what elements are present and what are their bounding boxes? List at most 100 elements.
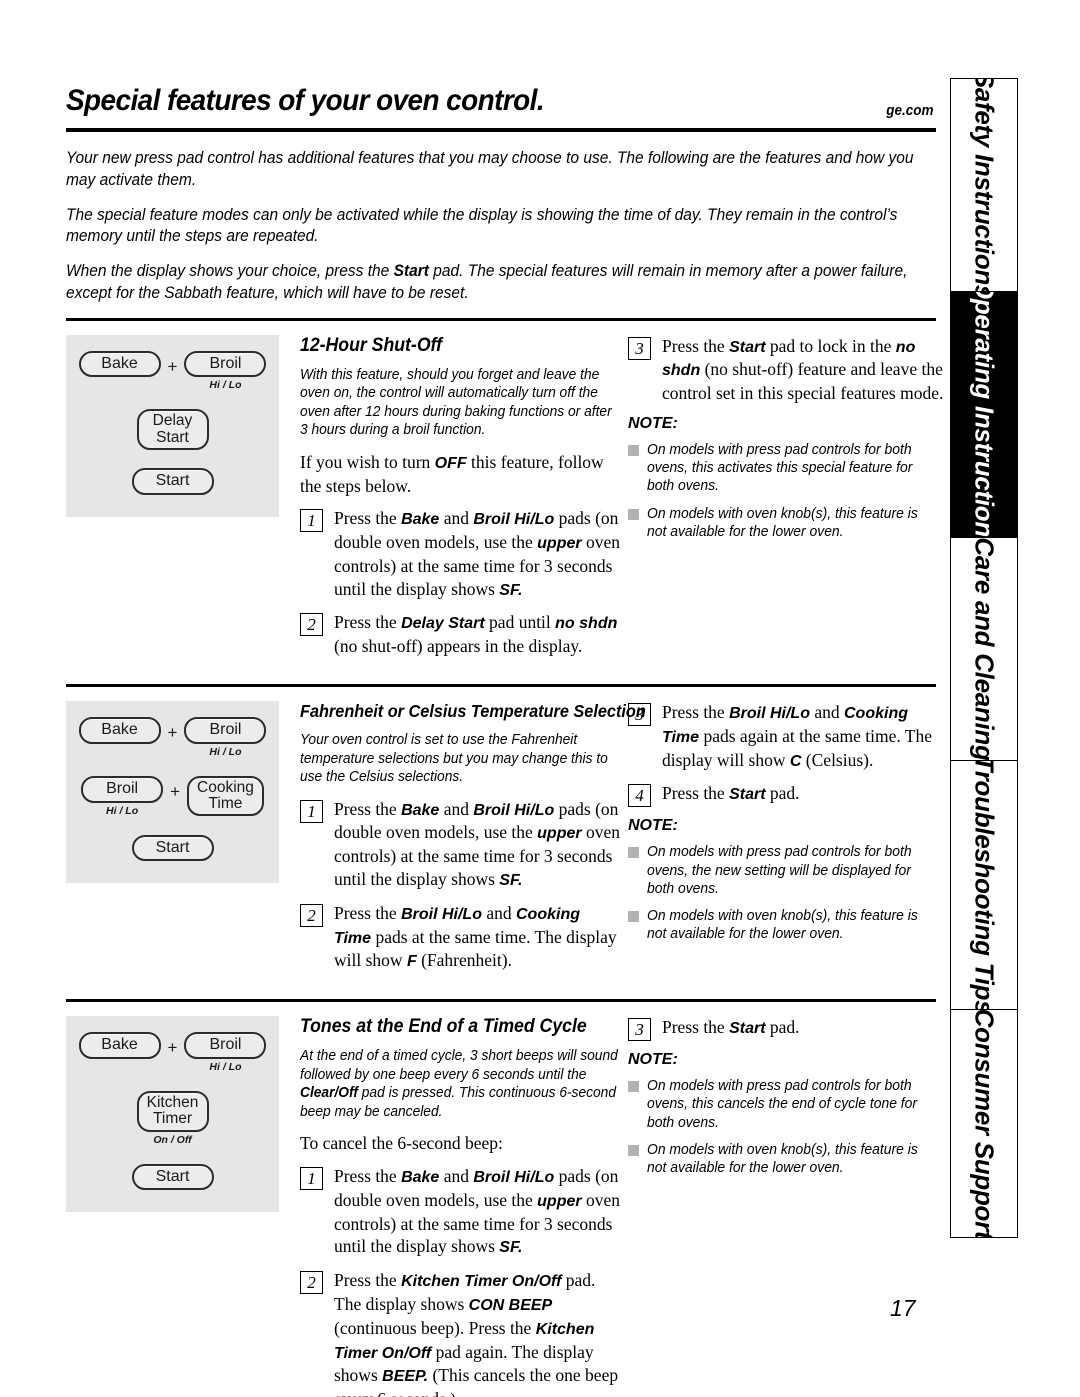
step-text: Press the Delay Start pad until no shdn … [334, 612, 618, 657]
emphasized-term: Broil Hi/Lo [473, 801, 555, 819]
pad-wrapper: Bake [78, 717, 161, 744]
pad-wrapper: Broil Hi / Lo [184, 717, 267, 758]
step-text: Press the Bake and Broil Hi/Lo pads (on … [334, 798, 621, 889]
chapter-tab-label: Safety Instructions [969, 78, 1000, 291]
section-lead-paragraph: To cancel the 6-second beep: [300, 1133, 503, 1154]
note-label: NOTE: [628, 817, 678, 835]
numbered-step: 2 Press the Broil Hi/Lo and Cooking Time … [300, 902, 620, 973]
emphasized-term: upper [537, 825, 582, 843]
step-text: Press the Broil Hi/Lo and Cooking Time p… [334, 902, 617, 971]
control-pad-start[interactable]: Start [131, 1163, 214, 1191]
pad-row: Bake + Broil Hi / Lo [78, 717, 267, 758]
control-pad-bake[interactable]: Bake [78, 1032, 161, 1059]
pad-wrapper: Bake [78, 350, 161, 378]
pad-diagram-column: Bake + Broil Hi / Lo Broil Hi / Lo + Cooking Ti… [66, 701, 279, 884]
step-number: 3 [628, 1018, 651, 1042]
step-text: Press the Bake and Broil Hi/Lo pads (on … [334, 508, 621, 599]
pad-row: Start [131, 834, 214, 862]
chapter-tab-operating-instructions[interactable]: Operating Instructions [950, 291, 1018, 537]
control-pad-broil[interactable]: Broil [184, 1032, 267, 1059]
numbered-step: 4 Press the Start pad. [628, 782, 948, 808]
pad-diagram: Bake + Broil Hi / Lo Kitchen Timer On / Off St… [66, 1016, 279, 1213]
plus-icon: + [167, 1038, 178, 1058]
chapter-tabs-sidebar: Safety Instructions Operating Instruction… [950, 78, 1018, 1340]
pad-row: Kitchen Timer On / Off [136, 1090, 209, 1146]
note-item: On models with press pad controls for bo… [628, 441, 948, 496]
control-pad-broil[interactable]: Broil [81, 775, 164, 803]
control-pad-broil[interactable]: Broil [184, 350, 267, 378]
pad-sublabel: Hi / Lo [209, 379, 242, 392]
plus-icon: + [167, 723, 178, 743]
title-rule [66, 128, 936, 132]
pad-wrapper: Kitchen Timer On / Off [136, 1090, 209, 1146]
emphasized-term: CON BEEP [468, 1297, 553, 1315]
note-item: On models with oven knob(s), this featur… [628, 907, 948, 944]
numbered-step: 1 Press the Bake and Broil Hi/Lo pads (on… [300, 1165, 620, 1259]
note-text: On models with press pad controls for bo… [647, 844, 912, 897]
step-text: Press the Kitchen Timer On/Off pad. The … [334, 1270, 619, 1397]
section-right-column: 3 Press the Start pad to lock in the no s… [620, 335, 948, 668]
chapter-tab-consumer-support[interactable]: Consumer Support [950, 1009, 1018, 1238]
pad-row: Start [131, 1163, 214, 1191]
chapter-tab-label: Operating Instructions [969, 291, 1000, 537]
numbered-step: 2 Press the Delay Start pad until no shdn… [300, 611, 620, 658]
emphasized-term: Broil Hi/Lo [473, 511, 555, 529]
numbered-step: 1 Press the Bake and Broil Hi/Lo pads (on… [300, 507, 620, 601]
pad-wrapper: Bake [78, 1032, 161, 1059]
pad-wrapper: Delay Start [136, 409, 209, 450]
section-heading: Fahrenheit or Celsius Temperature Select… [300, 701, 646, 722]
pad-row: Start [131, 467, 214, 495]
note-label: NOTE: [628, 414, 678, 432]
intro-paragraph: The special feature modes can only be ac… [66, 205, 898, 246]
control-pad-cooking-time[interactable]: Cooking Time [187, 775, 264, 817]
emphasized-term: Start [393, 262, 429, 281]
note-text: On models with oven knob(s), this featur… [647, 505, 918, 540]
pad-wrapper: Start [131, 1163, 214, 1191]
control-pad-bake[interactable]: Bake [78, 717, 161, 744]
emphasized-term: F [406, 953, 417, 971]
step-text: Press the Bake and Broil Hi/Lo pads (on … [334, 1166, 621, 1257]
step-text: Press the Start pad to lock in the no sh… [662, 335, 944, 404]
chapter-tab-troubleshooting-tips[interactable]: Troubleshooting Tips [950, 760, 1018, 1009]
chapter-tab-label: Consumer Support [969, 1009, 1000, 1238]
section-left-column: Fahrenheit or Celsius Temperature Select… [300, 701, 646, 983]
note-text: On models with press pad controls for bo… [647, 1078, 918, 1131]
pad-sublabel: Hi / Lo [209, 1060, 242, 1073]
pad-wrapper: Broil Hi / Lo [81, 775, 164, 817]
section-intro-text: Your oven control is set to use the Fahr… [300, 732, 608, 786]
emphasized-term: Broil Hi/Lo [729, 705, 810, 723]
emphasized-term: upper [537, 535, 582, 553]
note-text: On models with oven knob(s), this featur… [647, 908, 918, 943]
section-text-columns: 12-Hour Shut-Off With this feature, shoul… [279, 335, 948, 668]
control-pad-delay-start[interactable]: Delay Start [136, 409, 209, 450]
chapter-tab-care-and-cleaning[interactable]: Care and Cleaning [950, 537, 1018, 760]
sections-container: Bake + Broil Hi / Lo Delay Start Start 12-Hour… [66, 317, 943, 1397]
chapter-tab-safety-instructions[interactable]: Safety Instructions [950, 78, 1018, 291]
square-bullet-icon [628, 847, 639, 859]
control-pad-start[interactable]: Start [131, 834, 214, 862]
emphasized-term: Delay Start [401, 615, 485, 633]
control-pad-broil[interactable]: Broil [184, 717, 267, 744]
section-right-column: 3 Press the Start pad. NOTE: On models with… [620, 1016, 948, 1397]
feature-section: Bake + Broil Hi / Lo Delay Start Start 12-Hour… [66, 334, 943, 668]
plus-icon: + [167, 356, 178, 376]
ge-com-url: ge.com [886, 102, 934, 119]
section-left-column: 12-Hour Shut-Off With this feature, shoul… [300, 335, 620, 668]
page-header: Special features of your oven control. g… [66, 78, 936, 136]
pad-sublabel: Hi / Lo [106, 804, 139, 817]
emphasized-term: no shdn [662, 338, 916, 380]
emphasized-term: Bake [401, 1169, 440, 1187]
control-pad-bake[interactable]: Bake [78, 350, 161, 378]
section-separator [66, 317, 936, 321]
emphasized-term: Start [729, 1020, 766, 1038]
emphasized-term: BEEP. [382, 1368, 429, 1386]
chapter-tab-label: Troubleshooting Tips [969, 760, 1000, 1009]
step-text: Press the Broil Hi/Lo and Cooking Time p… [662, 702, 932, 770]
control-pad-start[interactable]: Start [131, 467, 214, 495]
step-number: 2 [300, 613, 323, 637]
note-text: On models with press pad controls for bo… [647, 441, 913, 495]
emphasized-term: upper [537, 1192, 582, 1210]
step-text: Press the Start pad. [662, 1017, 800, 1038]
control-pad-kitchen-timer[interactable]: Kitchen Timer [136, 1090, 209, 1132]
emphasized-term: Start [729, 786, 766, 804]
